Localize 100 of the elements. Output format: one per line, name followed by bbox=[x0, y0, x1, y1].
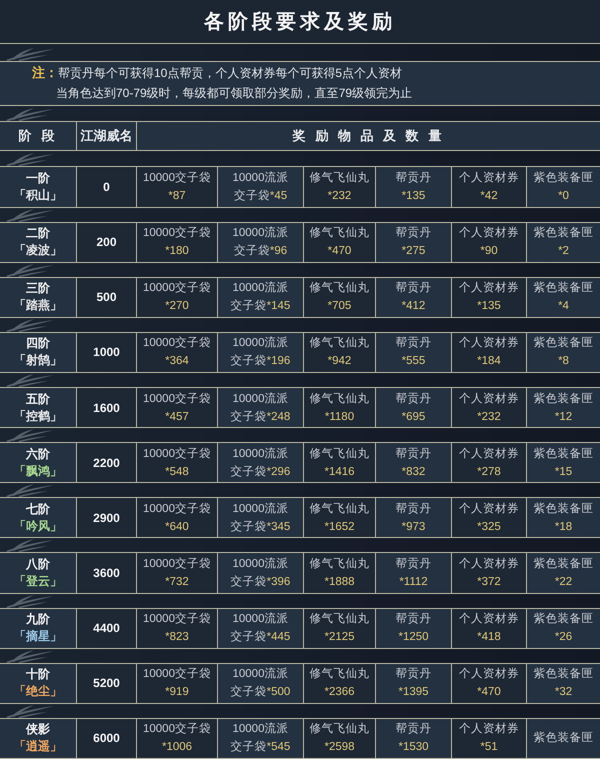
item-quantity: *145 bbox=[266, 299, 290, 314]
bamboo-drawing bbox=[4, 538, 56, 552]
item-quantity: *1530 bbox=[398, 740, 429, 756]
stage-title: 「吟风」 bbox=[14, 518, 62, 535]
fame-value: 500 bbox=[96, 290, 117, 304]
item-name: 交子袋 bbox=[230, 409, 267, 425]
stage-title: 「射鹄」 bbox=[14, 352, 62, 370]
fame-value: 2900 bbox=[93, 510, 120, 525]
item-quantity: *1652 bbox=[324, 520, 355, 535]
item-name: 帮贡丹 bbox=[396, 392, 432, 407]
bamboo-drawing bbox=[4, 704, 56, 718]
item-quantity: *500 bbox=[266, 685, 290, 700]
item-name: 修气飞仙丸 bbox=[310, 280, 370, 296]
item-quantity: *26 bbox=[554, 630, 572, 646]
fame-value: 1600 bbox=[93, 400, 120, 415]
item-name: 帮贡丹 bbox=[396, 722, 432, 738]
item-name: 修气飞仙丸 bbox=[310, 666, 370, 682]
fame-value: 3600 bbox=[93, 566, 120, 580]
note-text: 当角色达到70-79级时，每级都可领取部分奖励，直至79级领完为止 bbox=[56, 85, 412, 102]
item-name: 帮贡丹 bbox=[396, 226, 432, 242]
item-quantity: *364 bbox=[165, 354, 189, 370]
item-name: 紫色装备匣 bbox=[534, 226, 594, 242]
bamboo-drawing bbox=[4, 483, 56, 498]
stage-title: 「积山」 bbox=[14, 187, 62, 204]
item-name: 个人资材券 bbox=[459, 170, 519, 186]
item-quantity: *418 bbox=[477, 630, 501, 646]
item-quantity: *135 bbox=[402, 189, 426, 204]
item-quantity: *87 bbox=[168, 189, 186, 204]
bamboo-drawing bbox=[4, 373, 56, 387]
header-cell: 江湖威名 bbox=[77, 122, 137, 150]
item-name: 紫色装备匣 bbox=[534, 170, 594, 186]
item-name: 帮贡丹 bbox=[396, 336, 432, 352]
item-quantity: *1416 bbox=[324, 464, 355, 480]
item-name: 个人资材券 bbox=[459, 226, 519, 242]
item-name: 10000流派 bbox=[232, 170, 288, 186]
item-quantity: *15 bbox=[554, 464, 572, 480]
item-name: 紫色装备匣 bbox=[534, 502, 594, 517]
item-name: 10000交子袋 bbox=[143, 721, 211, 738]
item-quantity: *45 bbox=[270, 189, 288, 204]
stage-title: 「踏燕」 bbox=[14, 297, 62, 314]
fame-value: 6000 bbox=[93, 731, 120, 746]
item-name: 紫色装备匣 bbox=[534, 556, 594, 572]
item-name: 修气飞仙丸 bbox=[310, 446, 370, 462]
item-name: 10000交子袋 bbox=[143, 391, 211, 407]
item-name: 修气飞仙丸 bbox=[310, 226, 370, 242]
item-name: 10000交子袋 bbox=[143, 280, 211, 296]
item-name: 个人资材券 bbox=[459, 722, 519, 738]
item-quantity: *278 bbox=[477, 464, 501, 480]
item-name: 10000交子袋 bbox=[143, 501, 211, 517]
item-name: 帮贡丹 bbox=[396, 666, 432, 682]
item-quantity: *695 bbox=[402, 410, 426, 425]
item-quantity: *919 bbox=[165, 685, 189, 700]
item-quantity: *1395 bbox=[398, 685, 429, 700]
stage-title: 「飘鸿」 bbox=[14, 462, 62, 480]
item-quantity: *90 bbox=[480, 244, 498, 260]
item-name: 个人资材券 bbox=[459, 392, 519, 407]
stage-label: 六阶 bbox=[26, 446, 50, 463]
item-quantity: *372 bbox=[477, 574, 501, 590]
item-name: 10000交子袋 bbox=[143, 556, 211, 572]
item-name: 个人资材券 bbox=[459, 556, 519, 572]
item-name: 帮贡丹 bbox=[396, 170, 432, 186]
bamboo-drawing bbox=[4, 208, 56, 222]
item-name: 交子袋 bbox=[230, 353, 267, 370]
item-quantity: *942 bbox=[328, 354, 352, 370]
item-quantity: *18 bbox=[554, 520, 572, 535]
item-name: 修气飞仙丸 bbox=[310, 722, 370, 738]
stage-title: 「摘星」 bbox=[14, 628, 62, 646]
item-quantity: *22 bbox=[554, 574, 572, 590]
item-name: 交子袋 bbox=[234, 243, 270, 260]
stage-label: 十阶 bbox=[26, 666, 50, 684]
item-name: 个人资材券 bbox=[459, 280, 519, 296]
item-name: 紫色装备匣 bbox=[534, 730, 594, 746]
item-quantity: *396 bbox=[266, 574, 290, 590]
item-quantity: *32 bbox=[554, 685, 572, 700]
fame-value: 5200 bbox=[93, 676, 120, 690]
item-name: 10000流派 bbox=[232, 335, 288, 352]
item-name: 交子袋 bbox=[230, 684, 267, 700]
item-quantity: *457 bbox=[165, 410, 189, 425]
item-name: 修气飞仙丸 bbox=[310, 556, 370, 572]
bamboo-drawing bbox=[4, 428, 56, 442]
item-quantity: *270 bbox=[165, 299, 189, 314]
item-quantity: *42 bbox=[480, 189, 498, 204]
item-quantity: *2125 bbox=[324, 630, 355, 646]
item-name: 交子袋 bbox=[230, 519, 267, 535]
item-name: 10000交子袋 bbox=[143, 170, 211, 186]
stage-title: 「逍遥」 bbox=[14, 738, 62, 756]
item-name: 个人资材券 bbox=[459, 666, 519, 682]
bamboo-drawing bbox=[4, 594, 56, 608]
item-name: 帮贡丹 bbox=[396, 280, 432, 296]
item-quantity: *470 bbox=[328, 244, 352, 260]
item-quantity: *325 bbox=[477, 520, 501, 535]
item-quantity: *1888 bbox=[324, 574, 355, 590]
fame-value: 2200 bbox=[93, 456, 120, 470]
item-quantity: *545 bbox=[266, 740, 290, 756]
item-quantity: *2366 bbox=[324, 685, 355, 700]
item-quantity: *1250 bbox=[398, 630, 429, 646]
item-name: 紫色装备匣 bbox=[534, 392, 594, 407]
item-name: 10000交子袋 bbox=[143, 225, 211, 242]
item-quantity: *2598 bbox=[324, 740, 355, 756]
item-quantity: *705 bbox=[328, 299, 352, 314]
